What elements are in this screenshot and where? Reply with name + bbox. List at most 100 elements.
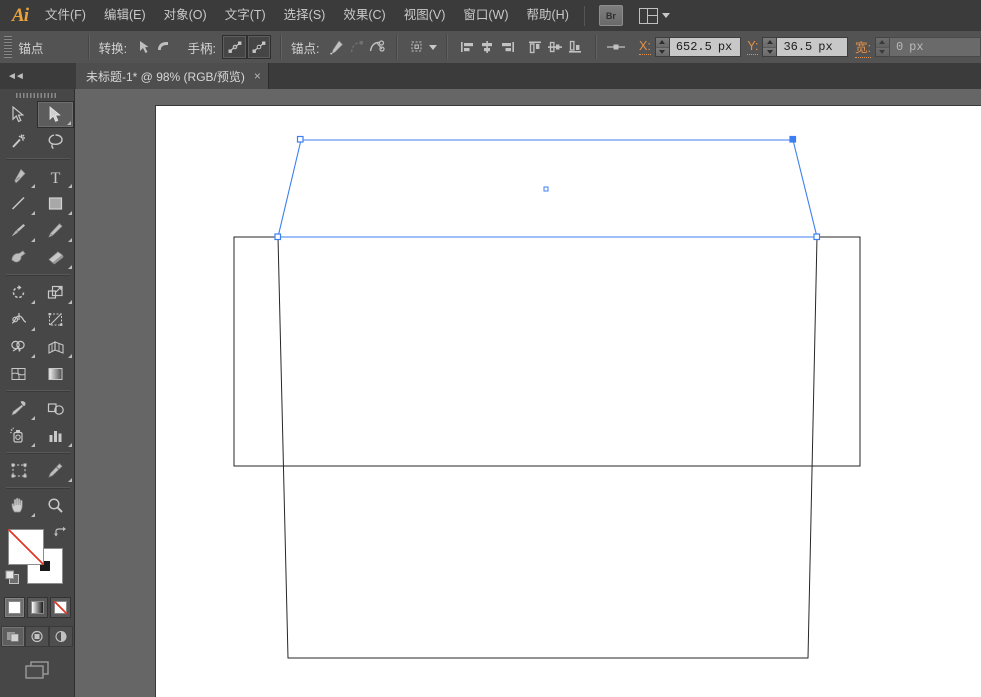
collapse-panel-button[interactable]: ◄◄ [0, 63, 75, 89]
control-divider-5 [594, 35, 597, 59]
tool-lasso-icon[interactable] [37, 128, 74, 155]
tool-paintbrush-icon[interactable] [0, 217, 37, 244]
tool-artboard-icon[interactable] [0, 457, 37, 484]
change-screen-mode-icon[interactable] [22, 659, 52, 686]
align-horizontal-center-icon[interactable] [477, 36, 497, 58]
tool-blend-icon[interactable] [37, 395, 74, 422]
close-icon[interactable]: × [254, 69, 261, 83]
tool-pencil-icon[interactable] [37, 217, 74, 244]
convert-to-smooth-icon[interactable] [154, 36, 174, 58]
control-bar-context-label: 锚点 [18, 41, 44, 56]
align-left-icon[interactable] [457, 36, 477, 58]
menu-effect[interactable]: 效果(C) [334, 0, 394, 31]
draw-behind-button[interactable] [25, 626, 49, 647]
tool-rotate-icon[interactable] [0, 279, 37, 306]
menu-bar: Ai 文件(F) 编辑(E) 对象(O) 文字(T) 选择(S) 效果(C) 视… [0, 0, 981, 32]
tools-panel-grip[interactable] [0, 89, 74, 101]
hide-handles-icon[interactable] [246, 35, 272, 59]
align-top-icon[interactable] [524, 36, 544, 58]
tool-line-segment-icon[interactable] [0, 190, 37, 217]
tool-shape-builder-icon[interactable] [0, 333, 37, 360]
tool-rectangle-icon[interactable] [37, 190, 74, 217]
tools-panel: T [0, 89, 75, 697]
menu-divider [583, 5, 585, 26]
color-mode-buttons [0, 597, 74, 618]
connect-anchor-icon[interactable] [346, 36, 366, 58]
tool-zoom-icon[interactable] [37, 492, 74, 519]
tool-direct-selection-icon[interactable] [37, 101, 74, 128]
tool-free-transform-icon[interactable] [37, 306, 74, 333]
center-point-marker [543, 186, 549, 192]
transform-chevron-down-icon[interactable] [428, 44, 437, 50]
y-coordinate-field[interactable]: 36.5 px [776, 37, 849, 57]
swap-fill-stroke-icon[interactable] [52, 525, 68, 541]
artwork-svg [233, 135, 861, 659]
default-fill-stroke-icon[interactable] [5, 570, 20, 585]
x-value: 652.5 [675, 40, 712, 54]
tool-width-icon[interactable] [0, 306, 37, 333]
document-tab-bar: ◄◄ 未标题-1* @ 98% (RGB/预览) × [0, 63, 981, 90]
width-unit: px [909, 40, 924, 54]
none-swatch-button[interactable] [49, 597, 71, 618]
convert-to-corner-icon[interactable] [134, 36, 154, 58]
distribute-spacing-icon[interactable] [606, 36, 626, 58]
cut-path-icon[interactable] [367, 36, 387, 58]
menu-type[interactable]: 文字(T) [216, 0, 275, 31]
app-logo: Ai [12, 4, 29, 26]
menu-edit[interactable]: 编辑(E) [95, 0, 155, 31]
fill-stroke-controls [0, 525, 75, 595]
tool-magic-wand-icon[interactable] [0, 128, 37, 155]
y-stepper[interactable] [762, 37, 777, 57]
align-bottom-icon[interactable] [565, 36, 585, 58]
menu-view[interactable]: 视图(V) [395, 0, 455, 31]
tool-type-icon[interactable]: T [37, 163, 74, 190]
collapse-panel-icon: ◄◄ [7, 70, 25, 82]
width-stepper[interactable] [874, 37, 889, 57]
draw-inside-button[interactable] [49, 626, 73, 647]
tool-blob-brush-icon[interactable] [0, 244, 37, 271]
show-handles-icon[interactable] [222, 35, 247, 59]
tool-perspective-grid-icon[interactable] [37, 333, 74, 360]
tool-eyedropper-icon[interactable] [0, 395, 37, 422]
menu-window[interactable]: 窗口(W) [454, 0, 517, 31]
arrange-documents-button[interactable] [638, 7, 670, 24]
gradient-swatch-button[interactable] [26, 597, 48, 618]
menu-select[interactable]: 选择(S) [275, 0, 335, 31]
control-bar-grip[interactable] [4, 36, 13, 58]
transform-panel-icon[interactable] [407, 36, 427, 58]
draw-mode-buttons [0, 626, 74, 647]
width-group: 宽: 0 px [854, 37, 981, 58]
bridge-button[interactable]: Br [598, 5, 623, 26]
anchor-point [813, 233, 821, 241]
x-stepper[interactable] [654, 37, 669, 57]
tool-gradient-icon[interactable] [37, 360, 74, 387]
y-coordinate-group: Y: 36.5 px [747, 37, 849, 57]
menu-file[interactable]: 文件(F) [36, 0, 95, 31]
tool-hand-icon[interactable] [0, 492, 37, 519]
tool-mesh-icon[interactable] [0, 360, 37, 387]
tool-column-graph-icon[interactable] [37, 422, 74, 449]
arrange-documents-icon [638, 7, 658, 24]
tool-selection-icon[interactable] [0, 101, 37, 128]
draw-normal-button[interactable] [1, 626, 25, 647]
screen-mode-row [0, 659, 74, 686]
menu-object[interactable]: 对象(O) [155, 0, 216, 31]
align-right-icon[interactable] [497, 36, 517, 58]
anchor-point [274, 233, 282, 241]
align-vertical-center-icon[interactable] [545, 36, 565, 58]
y-coordinate-label: Y: [747, 39, 759, 55]
fill-swatch[interactable] [8, 529, 44, 565]
tool-pen-icon[interactable] [0, 163, 37, 190]
x-coordinate-field[interactable]: 652.5 px [668, 37, 741, 57]
remove-anchor-icon[interactable] [326, 36, 346, 58]
canvas-area[interactable]: 电脑技术吧 [75, 89, 981, 697]
tool-eraser-icon[interactable] [37, 244, 74, 271]
anchor-point-selected [789, 135, 797, 143]
menu-help[interactable]: 帮助(H) [518, 0, 578, 31]
color-swatch-button[interactable] [3, 597, 25, 618]
width-field[interactable]: 0 px [888, 37, 981, 57]
tool-scale-icon[interactable] [37, 279, 74, 306]
tool-symbol-sprayer-icon[interactable] [0, 422, 37, 449]
tool-slice-icon[interactable] [37, 457, 74, 484]
document-tab[interactable]: 未标题-1* @ 98% (RGB/预览) × [76, 63, 269, 89]
